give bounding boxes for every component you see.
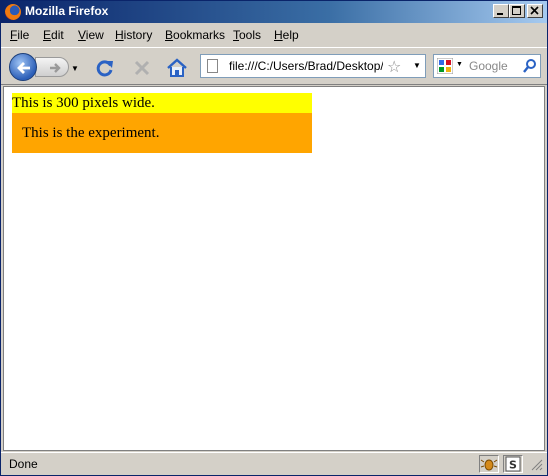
orange-box: This is the experiment. <box>12 113 312 153</box>
arrow-right-icon <box>50 63 61 73</box>
bookmark-star-icon[interactable]: ☆ <box>387 57 401 76</box>
resize-grip-icon[interactable] <box>531 459 543 471</box>
window-title: Mozilla Firefox <box>25 4 109 18</box>
minimize-button[interactable] <box>493 4 509 18</box>
stop-button[interactable] <box>131 57 153 79</box>
maximize-button[interactable] <box>509 4 525 18</box>
orange-box-text: This is the experiment. <box>22 125 160 141</box>
url-dropdown-icon[interactable]: ▼ <box>413 61 421 70</box>
forward-button[interactable] <box>35 57 69 77</box>
s-badge-icon: S <box>505 456 521 472</box>
stop-icon <box>134 60 150 76</box>
menu-bookmarks[interactable]: Bookmarks <box>165 28 225 42</box>
firebug-status-button[interactable] <box>479 455 499 473</box>
menu-edit[interactable]: Edit <box>43 28 64 42</box>
page-icon <box>207 59 218 73</box>
search-placeholder[interactable]: Google <box>469 59 508 73</box>
search-bar[interactable]: ▼ Google <box>433 54 541 78</box>
address-bar[interactable]: file:///C:/Users/Brad/Desktop/test.html … <box>200 54 426 78</box>
firefox-logo-icon <box>5 4 21 20</box>
status-text: Done <box>9 457 38 471</box>
status-bar: Done S <box>1 452 547 475</box>
svg-text:S: S <box>509 459 517 472</box>
menu-help[interactable]: Help <box>274 28 299 42</box>
url-text[interactable]: file:///C:/Users/Brad/Desktop/test.html <box>229 59 383 73</box>
history-dropdown-icon[interactable]: ▼ <box>71 64 79 73</box>
home-button[interactable] <box>166 57 188 79</box>
menu-view[interactable]: View <box>78 28 104 42</box>
menu-history[interactable]: History <box>115 28 152 42</box>
page-content: This is 300 pixels wide. This is the exp… <box>3 86 545 451</box>
menu-bar: File Edit View History Bookmarks Tools H… <box>1 25 547 45</box>
menu-file[interactable]: File <box>10 28 29 42</box>
menu-tools[interactable]: Tools <box>233 28 261 42</box>
bug-icon <box>480 459 498 471</box>
search-engine-dropdown-icon[interactable]: ▼ <box>456 61 463 68</box>
reload-icon <box>96 60 113 77</box>
browser-window: Mozilla Firefox File Edit View History B… <box>0 0 548 476</box>
google-icon[interactable] <box>437 58 453 74</box>
arrow-left-icon <box>17 62 30 74</box>
close-button[interactable] <box>527 4 543 18</box>
back-button[interactable] <box>9 53 37 81</box>
yellow-box: This is 300 pixels wide. <box>12 93 312 113</box>
home-icon <box>167 58 187 77</box>
sync-status-button[interactable]: S <box>503 455 523 473</box>
maximize-icon <box>512 6 521 15</box>
reload-button[interactable] <box>94 57 116 79</box>
navigation-toolbar: ▼ file:///C:/Users/Brad/Desktop/test.htm… <box>1 47 547 85</box>
minimize-icon <box>497 13 503 15</box>
title-bar[interactable]: Mozilla Firefox <box>1 1 547 23</box>
close-icon <box>530 6 539 15</box>
search-icon[interactable] <box>522 58 538 74</box>
